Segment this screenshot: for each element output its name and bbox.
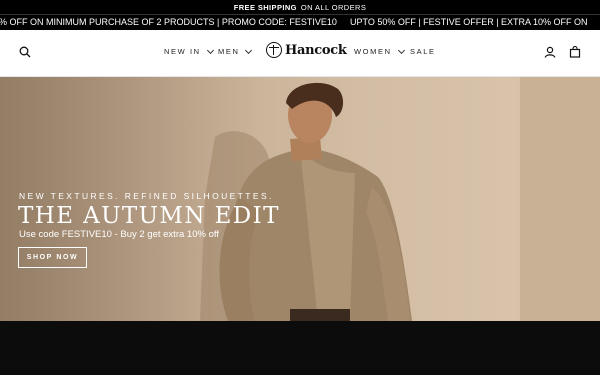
- hero-headline: THE AUTUMN EDIT: [18, 203, 280, 229]
- hero-subtext: Use code FESTIVE10 - Buy 2 get extra 10%…: [19, 229, 219, 240]
- ticker-item: UPTO 50% OFF | FESTIVE OFFER | EXTRA 10%…: [350, 17, 588, 27]
- nav-sale[interactable]: SALE: [410, 47, 436, 56]
- nav-label: WOMEN: [354, 47, 392, 56]
- cart-icon[interactable]: [567, 44, 583, 60]
- shop-now-button[interactable]: SHOP NOW: [18, 247, 87, 268]
- announcement-bold: FREE SHIPPING: [233, 2, 297, 12]
- nav-women[interactable]: WOMEN: [354, 46, 405, 56]
- nav-men[interactable]: MEN: [218, 46, 253, 56]
- ticker-item: 0% OFF ON MINIMUM PURCHASE OF 2 PRODUCTS…: [0, 17, 337, 27]
- nav-new-in[interactable]: NEW IN: [164, 46, 214, 56]
- brand-name: Hancock: [285, 42, 347, 58]
- announcement-bar: FREE SHIPPING ON ALL ORDERS: [0, 0, 600, 14]
- brand-logo[interactable]: Hancock: [266, 42, 347, 58]
- nav-label: MEN: [218, 47, 240, 56]
- nav-label: SALE: [410, 47, 436, 56]
- chevron-down-icon: [245, 46, 253, 54]
- hero-kicker: NEW TEXTURES. REFINED SILHOUETTES.: [19, 191, 274, 201]
- logo-mark-icon: [266, 42, 282, 58]
- announcement-text: ON ALL ORDERS: [300, 2, 367, 12]
- footer-band: [0, 321, 600, 375]
- nav-label: NEW IN: [164, 47, 201, 56]
- promo-ticker: 0% OFF ON MINIMUM PURCHASE OF 2 PRODUCTS…: [0, 14, 600, 30]
- site-header: NEW IN MEN Hancock WOMEN SALE: [0, 30, 600, 77]
- chevron-down-icon: [397, 46, 405, 54]
- chevron-down-icon: [206, 46, 214, 54]
- search-icon[interactable]: [17, 44, 33, 60]
- account-icon[interactable]: [542, 44, 558, 60]
